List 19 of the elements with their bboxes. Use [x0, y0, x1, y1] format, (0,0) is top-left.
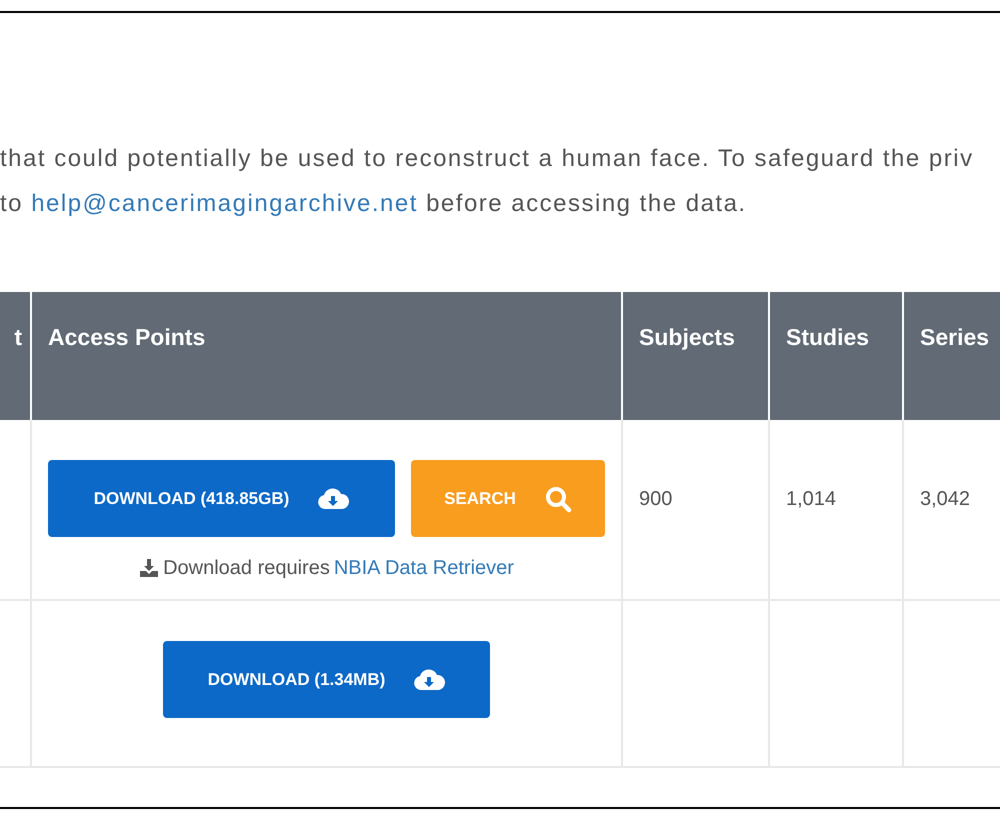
email-link[interactable]: help@cancerimagingarchive.net [31, 190, 418, 217]
column-header: Series [920, 324, 990, 350]
search-icon [544, 484, 572, 512]
column-header: Studies [786, 324, 870, 350]
table-cell: 3,042 [920, 488, 970, 510]
download-button[interactable]: DOWNLOAD (418.85GB) [48, 460, 395, 537]
download-button[interactable]: DOWNLOAD (1.34MB) [163, 641, 490, 718]
table-cell: 900 [639, 488, 672, 510]
table-cell: 1,014 [786, 488, 836, 510]
note-text: Download requires [163, 556, 330, 581]
column-header: t [14, 324, 22, 350]
column-header: Subjects [639, 324, 735, 350]
notice-text: that could potentially be used to reconstruct a human face. To safeguard the priv [0, 144, 975, 174]
cloud-download-icon [317, 486, 350, 510]
download-tray-icon [139, 558, 160, 578]
column-header: Access Points [48, 324, 206, 350]
cloud-download-icon [413, 668, 446, 692]
notice-text: to help@cancerimagingarchive.net before accessing the data. [0, 189, 748, 219]
retriever-link[interactable]: NBIA Data Retriever [334, 553, 514, 583]
